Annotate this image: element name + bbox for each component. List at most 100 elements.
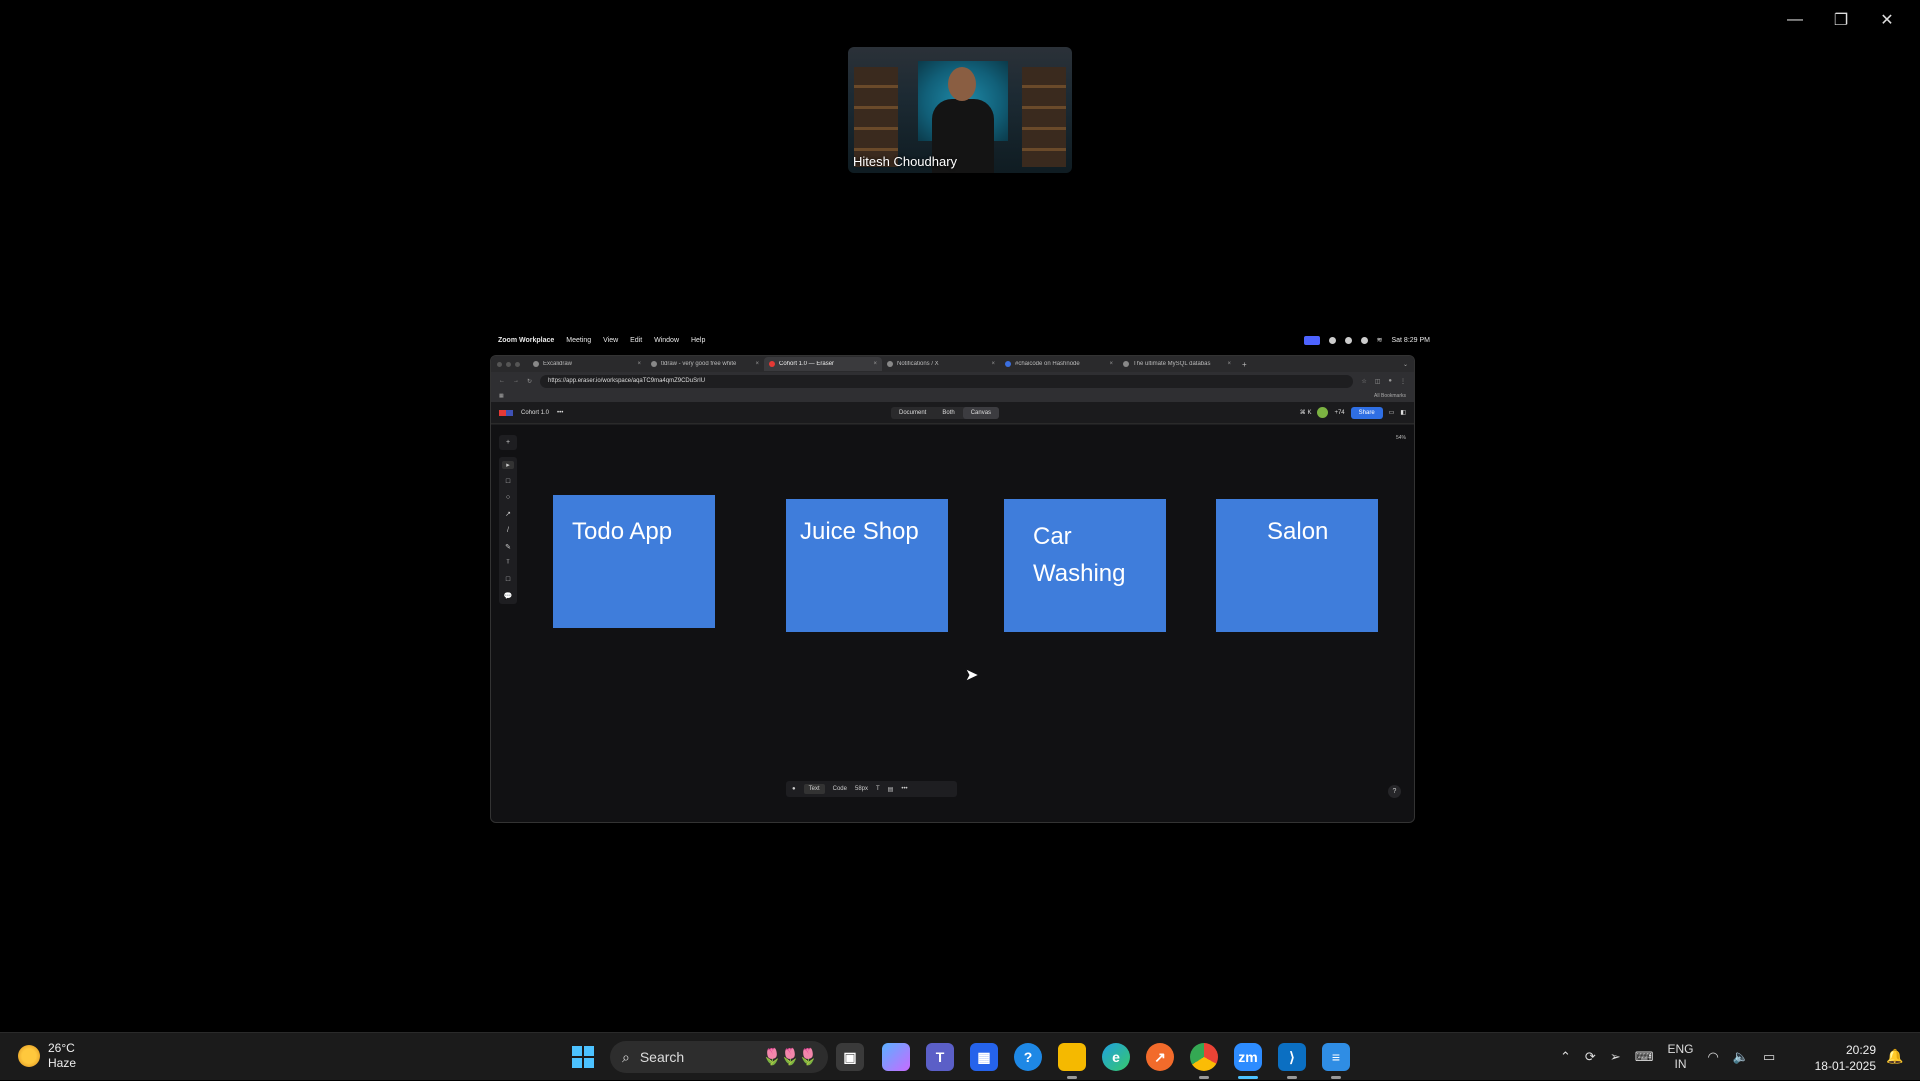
chrome-icon[interactable]	[1190, 1043, 1218, 1071]
view-document-button[interactable]: Document	[891, 407, 934, 419]
taskbar: 26°C Haze ⌕ Search 🌷🌷🌷 ▣ T ▦ ? e ↗ zm ⟩ …	[0, 1032, 1920, 1080]
bookmark-star-icon[interactable]: ☆	[1361, 378, 1366, 385]
card-salon[interactable]: Salon	[1216, 499, 1378, 632]
card-juice-shop[interactable]: Juice Shop	[786, 499, 948, 632]
apps-icon[interactable]: ▦	[499, 393, 504, 399]
code-mode-button[interactable]: Code	[833, 786, 847, 792]
tab-title: Cohort 1.0 — Eraser	[779, 361, 835, 367]
reload-icon[interactable]: ↻	[527, 378, 532, 385]
rectangle-tool-icon[interactable]: □	[506, 478, 510, 485]
close-tab-icon[interactable]: ×	[637, 361, 641, 367]
address-input[interactable]: https://app.eraser.io/workspace/aqaTC9ma…	[540, 374, 1354, 388]
select-tool-icon[interactable]: ▸	[502, 461, 514, 469]
font-size-select[interactable]: 58px	[855, 786, 868, 792]
font-style-select[interactable]: T	[876, 786, 880, 792]
zoom-level[interactable]: 54%	[1396, 435, 1406, 441]
wifi-icon[interactable]: ◠	[1708, 1049, 1719, 1065]
browser-tab[interactable]: tldraw - very good free white ×	[646, 357, 764, 371]
comment-tool-icon[interactable]: 💬	[504, 592, 513, 600]
participant-video-tile[interactable]: Hitesh Choudhary	[848, 47, 1072, 173]
color-picker-icon[interactable]: ●	[792, 786, 796, 792]
browser-tab[interactable]: #chaicode on Hashnode ×	[1000, 357, 1118, 371]
favicon-icon	[1123, 361, 1129, 367]
keyboard-icon[interactable]: ⌨	[1635, 1049, 1654, 1065]
browser-tab[interactable]: Notifications / X ×	[882, 357, 1000, 371]
help-button[interactable]: ?	[1388, 785, 1401, 798]
restore-button[interactable]: ❐	[1818, 8, 1864, 32]
file-more-icon[interactable]: •••	[557, 410, 563, 416]
line-tool-icon[interactable]: /	[507, 527, 509, 534]
collaborators-count[interactable]: +74	[1334, 410, 1344, 416]
profile-icon[interactable]: ●	[1388, 378, 1392, 384]
search-placeholder: Search	[639, 1049, 685, 1065]
arrow-tool-icon[interactable]: ↗	[505, 510, 511, 518]
browser-tab-active[interactable]: Cohort 1.0 — Eraser ×	[764, 357, 882, 371]
card-todo-app[interactable]: Todo App	[553, 495, 715, 628]
comment-icon[interactable]: ▤	[888, 786, 894, 793]
browser-tab[interactable]: Excalidraw ×	[528, 357, 646, 371]
eraser-logo-icon[interactable]	[499, 409, 513, 416]
task-view-icon[interactable]: ▣	[836, 1043, 864, 1071]
search-box[interactable]: ⌕ Search 🌷🌷🌷	[610, 1041, 828, 1073]
store-icon[interactable]: ▦	[970, 1043, 998, 1071]
extensions-icon[interactable]: ◫	[1375, 378, 1381, 385]
volume-icon[interactable]: 🔈	[1733, 1049, 1749, 1065]
frame-tool-icon[interactable]: □	[506, 576, 510, 583]
tray-overflow-icon[interactable]: ⌃	[1560, 1049, 1571, 1065]
new-tab-button[interactable]: +	[1242, 360, 1247, 369]
vscode-icon[interactable]: ⟩	[1278, 1043, 1306, 1071]
canvas-area[interactable]: + ▸ □ ○ ↗ / ✎ ᵀ □ 💬 54% Todo App Juice S…	[491, 425, 1414, 822]
close-button[interactable]: ✕	[1864, 8, 1910, 32]
text-tool-icon[interactable]: ᵀ	[506, 560, 509, 567]
favicon-icon	[651, 361, 657, 367]
pen-tool-icon[interactable]: ✎	[505, 543, 511, 551]
close-tab-icon[interactable]: ×	[755, 361, 759, 367]
more-options-icon[interactable]: •••	[901, 786, 907, 792]
battery-icon[interactable]: ▭	[1763, 1049, 1775, 1065]
minimize-button[interactable]: —	[1772, 8, 1818, 32]
share-button[interactable]: Share	[1350, 406, 1383, 419]
close-tab-icon[interactable]: ×	[873, 361, 877, 367]
clock[interactable]: 20:29 18-01-2025	[1808, 1042, 1876, 1074]
browser-menu-icon[interactable]: ⋮	[1400, 378, 1406, 385]
close-tab-icon[interactable]: ×	[1227, 361, 1231, 367]
file-explorer-icon[interactable]	[1058, 1043, 1086, 1071]
add-icon[interactable]: +	[506, 439, 510, 446]
card-car-washing[interactable]: Car Washing	[1004, 499, 1166, 632]
edge-icon[interactable]: e	[1102, 1043, 1130, 1071]
sync-icon[interactable]: ⟳	[1585, 1049, 1596, 1065]
back-icon[interactable]: ←	[499, 378, 505, 384]
send-icon[interactable]: ➢	[1610, 1049, 1621, 1065]
all-bookmarks[interactable]: All Bookmarks	[1374, 393, 1406, 399]
shortcut-icon[interactable]: ⌘ K	[1300, 409, 1312, 416]
browser-tab[interactable]: The ultimate MySQL databas ×	[1118, 357, 1236, 371]
start-button[interactable]	[572, 1046, 594, 1068]
language-indicator[interactable]: ENG IN	[1667, 1042, 1693, 1072]
weather-widget[interactable]: 26°C Haze	[18, 1041, 76, 1071]
panel-toggle-icon[interactable]: ◧	[1400, 409, 1406, 416]
mac-menu-item: Help	[690, 336, 706, 344]
ellipse-tool-icon[interactable]: ○	[506, 494, 510, 501]
copilot-icon[interactable]	[882, 1043, 910, 1071]
avatar[interactable]	[1317, 407, 1329, 418]
notification-bell-icon[interactable]: 🔔	[1886, 1048, 1903, 1065]
close-tab-icon[interactable]: ×	[1109, 361, 1113, 367]
weather-temp: 26°C	[48, 1041, 75, 1055]
teams-icon[interactable]: T	[926, 1043, 954, 1071]
compass-app-icon[interactable]: ↗	[1146, 1043, 1174, 1071]
card-label: Todo App	[572, 518, 673, 545]
language-code: ENG	[1667, 1042, 1694, 1056]
notepad-icon[interactable]: ≡	[1322, 1043, 1350, 1071]
view-canvas-button[interactable]: Canvas	[962, 406, 1000, 419]
tab-search-icon[interactable]: ⌄	[1403, 361, 1408, 368]
view-both-button[interactable]: Both	[934, 407, 962, 419]
comments-icon[interactable]: ▭	[1389, 409, 1395, 416]
tab-title: The ultimate MySQL databas	[1133, 361, 1211, 367]
forward-icon[interactable]: →	[513, 378, 519, 384]
bookmarks-bar: ▦ All Bookmarks	[491, 390, 1414, 402]
text-mode-button[interactable]: Text	[803, 784, 825, 794]
help-app-icon[interactable]: ?	[1014, 1043, 1042, 1071]
zoom-icon[interactable]: zm	[1234, 1043, 1262, 1071]
file-name[interactable]: Cohort 1.0	[521, 410, 549, 416]
close-tab-icon[interactable]: ×	[991, 361, 995, 367]
